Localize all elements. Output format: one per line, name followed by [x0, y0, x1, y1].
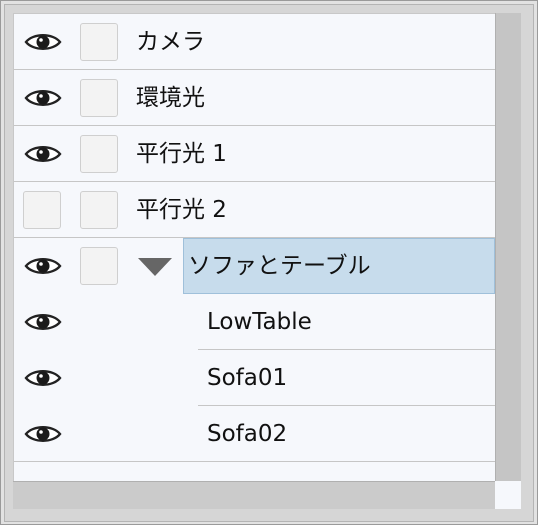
- eye-icon[interactable]: [24, 86, 62, 110]
- lock-toggle[interactable]: [80, 79, 118, 117]
- eye-icon[interactable]: [24, 142, 62, 166]
- vertical-scrollbar[interactable]: [495, 13, 521, 481]
- tree-row-sofa01[interactable]: Sofa01: [14, 350, 495, 406]
- lock-toggle[interactable]: [80, 247, 118, 285]
- tree-row-label: 平行光 1: [136, 141, 227, 167]
- lock-toggle[interactable]: [80, 135, 118, 173]
- triangle-down-icon[interactable]: [138, 258, 172, 276]
- tree-row-label: LowTable: [207, 309, 312, 335]
- tree-row-directional-light-1[interactable]: 平行光 1: [14, 126, 495, 182]
- tree-row-label: 環境光: [136, 85, 205, 111]
- scrollbar-corner: [495, 481, 521, 509]
- tree-row-lowtable[interactable]: LowTable: [14, 294, 495, 350]
- eye-icon[interactable]: [24, 366, 62, 390]
- tree-row-label: Sofa02: [207, 421, 288, 447]
- tree-row-camera[interactable]: カメラ: [14, 14, 495, 70]
- visibility-toggle[interactable]: [23, 191, 61, 229]
- tree-row-sofa-and-table[interactable]: ソファとテーブル: [14, 238, 495, 294]
- lock-toggle[interactable]: [80, 23, 118, 61]
- tree-row-sofa02[interactable]: Sofa02: [14, 406, 495, 462]
- horizontal-scrollbar[interactable]: [13, 481, 495, 509]
- tree-row-label: Sofa01: [207, 365, 288, 391]
- scene-tree: カメラ 環境光 平行光 1 平行光 2 ソファとテーブル LowTable So…: [13, 13, 495, 481]
- lock-toggle[interactable]: [80, 191, 118, 229]
- eye-icon[interactable]: [24, 30, 62, 54]
- tree-row-directional-light-2[interactable]: 平行光 2: [14, 182, 495, 238]
- tree-row-ambient-light[interactable]: 環境光: [14, 70, 495, 126]
- row-divider: [14, 461, 495, 462]
- tree-row-label: カメラ: [136, 29, 205, 55]
- selection-highlight[interactable]: ソファとテーブル: [183, 238, 495, 294]
- eye-icon[interactable]: [24, 422, 62, 446]
- tree-row-label: ソファとテーブル: [188, 253, 371, 279]
- eye-icon[interactable]: [24, 310, 62, 334]
- eye-icon[interactable]: [24, 254, 62, 278]
- tree-row-label: 平行光 2: [136, 197, 227, 223]
